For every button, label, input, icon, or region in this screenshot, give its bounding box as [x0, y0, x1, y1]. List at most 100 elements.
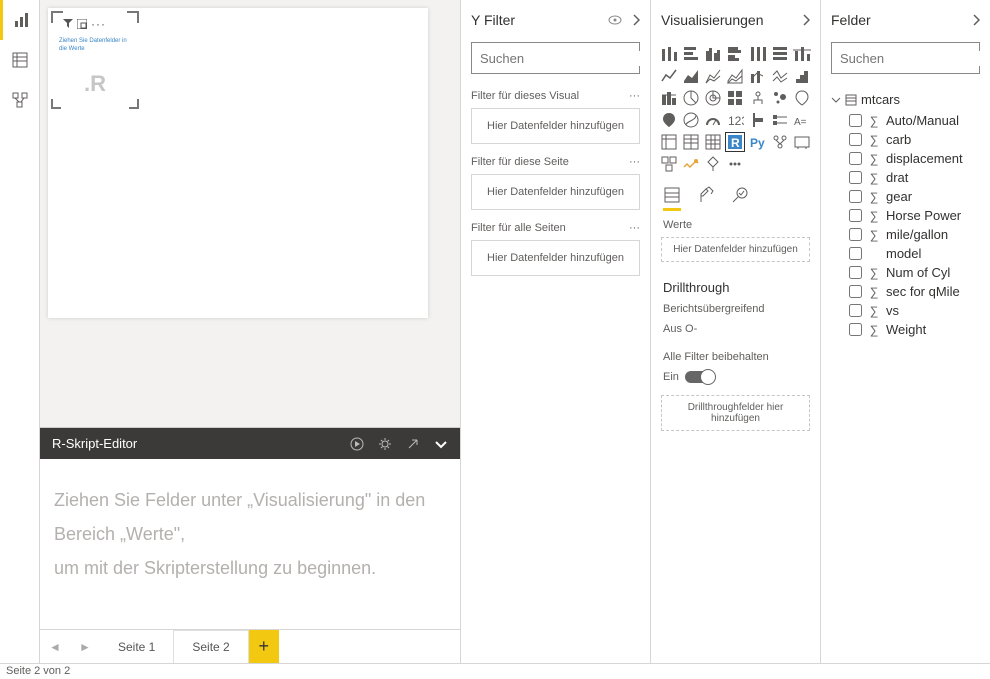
data-view-tab[interactable] [0, 40, 40, 80]
viz-table[interactable] [659, 132, 679, 152]
field-model[interactable]: model [829, 244, 982, 263]
viz-100-area[interactable] [725, 66, 745, 86]
report-view-tab[interactable] [0, 0, 40, 40]
collapse-viz-icon[interactable] [802, 14, 810, 26]
field-carb[interactable]: ∑carb [829, 130, 982, 149]
viz-card[interactable]: 123 [725, 110, 745, 130]
report-page[interactable]: ··· Ziehen Sie Datenfelder in die Werte … [48, 8, 428, 318]
viz-pie[interactable] [681, 88, 701, 108]
more-icon[interactable]: ··· [91, 17, 106, 31]
viz-clustered-column[interactable] [703, 44, 723, 64]
viz-gauge[interactable] [703, 110, 723, 130]
viz-tab-analytics[interactable] [731, 186, 749, 211]
viz-ribbon[interactable] [770, 66, 790, 86]
filter-search-input[interactable] [480, 51, 656, 66]
field-checkbox[interactable] [849, 266, 862, 279]
viz-100-column[interactable] [748, 44, 768, 64]
viz-line[interactable] [659, 66, 679, 86]
viz-arcgis[interactable] [703, 154, 723, 174]
field-checkbox[interactable] [849, 114, 862, 127]
viz-multi-card[interactable] [770, 110, 790, 130]
viz-tab-fields[interactable] [663, 186, 681, 211]
viz-pivot[interactable] [703, 132, 723, 152]
viz-100-bar[interactable] [770, 44, 790, 64]
viz-scatter[interactable] [770, 88, 790, 108]
field-sec-for-qmile[interactable]: ∑sec for qMile [829, 282, 982, 301]
field-checkbox[interactable] [849, 209, 862, 222]
viz-hierarchy[interactable] [748, 88, 768, 108]
field-mile-gallon[interactable]: ∑mile/gallon [829, 225, 982, 244]
filter-search[interactable] [471, 42, 640, 74]
viz-column-line[interactable] [792, 44, 812, 64]
viz-more[interactable] [725, 154, 745, 174]
viz-area[interactable] [681, 66, 701, 86]
viz-decomposition[interactable] [792, 132, 812, 152]
field-gear[interactable]: ∑gear [829, 187, 982, 206]
viz-clustered-bar[interactable] [725, 44, 745, 64]
filter-visual-dropzone[interactable]: Hier Datenfelder hinzufügen [471, 108, 640, 144]
viz-python-visual[interactable]: Py [748, 132, 768, 152]
field-drat[interactable]: ∑drat [829, 168, 982, 187]
field-displacement[interactable]: ∑displacement [829, 149, 982, 168]
viz-matrix[interactable] [681, 132, 701, 152]
viz-donut[interactable] [703, 88, 723, 108]
drill-cross-value[interactable]: Aus O- [663, 323, 808, 335]
viz-waterfall[interactable] [792, 66, 812, 86]
r-visual-frame[interactable]: ··· Ziehen Sie Datenfelder in die Werte … [52, 12, 138, 108]
filter-page-more[interactable]: ··· [629, 156, 640, 168]
table-node-mtcars[interactable]: mtcars [829, 88, 982, 111]
filter-all-dropzone[interactable]: Hier Datenfelder hinzufügen [471, 240, 640, 276]
field-checkbox[interactable] [849, 133, 862, 146]
viz-filled-map[interactable] [659, 110, 679, 130]
popout-icon[interactable] [406, 437, 420, 451]
field-weight[interactable]: ∑Weight [829, 320, 982, 339]
add-page-button[interactable]: + [249, 630, 279, 663]
field-auto-manual[interactable]: ∑Auto/Manual [829, 111, 982, 130]
field-checkbox[interactable] [849, 285, 862, 298]
viz-tab-format[interactable] [697, 186, 715, 211]
field-vs[interactable]: ∑vs [829, 301, 982, 320]
viz-treemap[interactable] [725, 88, 745, 108]
eye-icon[interactable] [608, 15, 622, 25]
viz-qa[interactable] [659, 154, 679, 174]
filter-page-dropzone[interactable]: Hier Datenfelder hinzufügen [471, 174, 640, 210]
field-checkbox[interactable] [849, 228, 862, 241]
viz-stacked-bar-h[interactable] [681, 44, 701, 64]
tab-next[interactable]: ► [70, 630, 100, 663]
filter-visual-more[interactable]: ··· [629, 90, 640, 102]
model-view-tab[interactable] [0, 80, 40, 120]
drill-keep-toggle[interactable] [685, 371, 715, 383]
viz-map[interactable] [792, 88, 812, 108]
focus-icon[interactable] [77, 19, 87, 29]
viz-slicer[interactable]: A= [792, 110, 812, 130]
tab-prev[interactable]: ◄ [40, 630, 70, 663]
viz-combo[interactable] [748, 66, 768, 86]
collapse-filter-icon[interactable] [632, 14, 640, 26]
collapse-fields-icon[interactable] [972, 14, 980, 26]
field-checkbox[interactable] [849, 171, 862, 184]
viz-r-visual[interactable]: R [725, 132, 745, 152]
page-tab-2[interactable]: Seite 2 [174, 630, 248, 663]
fields-search-input[interactable] [840, 51, 990, 66]
filter-icon[interactable] [63, 19, 73, 29]
script-options-icon[interactable] [378, 437, 392, 451]
viz-kpi[interactable] [748, 110, 768, 130]
viz-paginated[interactable] [681, 154, 701, 174]
values-dropzone[interactable]: Hier Datenfelder hinzufügen [661, 237, 810, 262]
collapse-editor-icon[interactable] [434, 437, 448, 451]
viz-stacked-bar[interactable] [659, 44, 679, 64]
r-editor-body[interactable]: Ziehen Sie Felder unter „Visualisierung"… [40, 459, 460, 629]
field-checkbox[interactable] [849, 247, 862, 260]
field-checkbox[interactable] [849, 304, 862, 317]
field-horse-power[interactable]: ∑Horse Power [829, 206, 982, 225]
viz-stacked-area[interactable] [703, 66, 723, 86]
viz-funnel[interactable] [659, 88, 679, 108]
drillthrough-dropzone[interactable]: Drillthroughfelder hier hinzufügen [661, 395, 810, 431]
run-script-icon[interactable] [350, 437, 364, 451]
field-checkbox[interactable] [849, 152, 862, 165]
page-tab-1[interactable]: Seite 1 [100, 630, 174, 663]
viz-key-influencers[interactable] [770, 132, 790, 152]
field-checkbox[interactable] [849, 190, 862, 203]
filter-all-more[interactable]: ··· [629, 222, 640, 234]
report-canvas[interactable]: ··· Ziehen Sie Datenfelder in die Werte … [40, 0, 460, 427]
